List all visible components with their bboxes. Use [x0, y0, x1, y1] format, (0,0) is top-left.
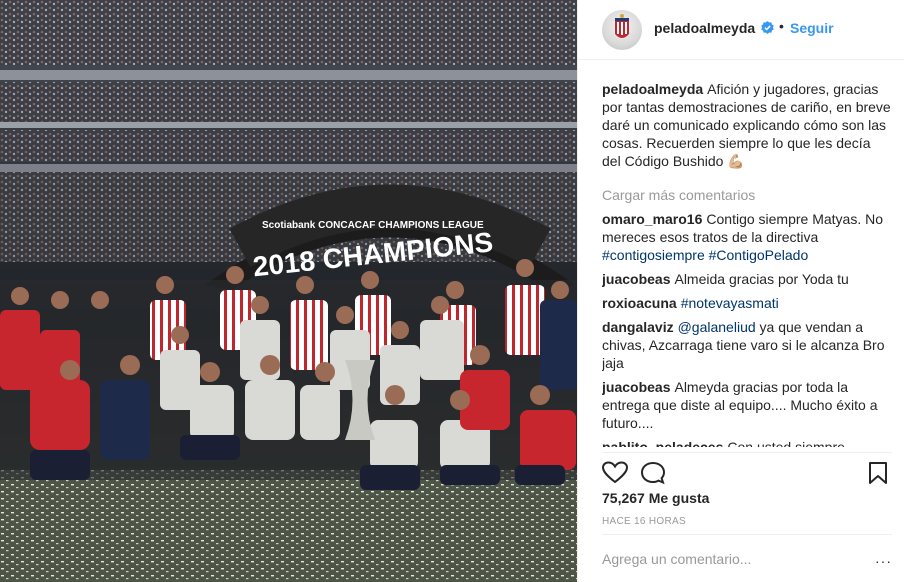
post-photo[interactable]: Scotiabank CONCACAF CHAMPIONS LEAGUE 201… — [0, 0, 577, 582]
avatar[interactable] — [602, 10, 642, 50]
list-item: omaro_maro16 Contigo siempre Matyas. No m… — [602, 210, 892, 264]
header-separator: • — [779, 18, 784, 34]
likes-count[interactable]: 75,267 Me gusta — [602, 490, 709, 506]
add-comment-bar: ··· — [602, 534, 892, 582]
chivas-crest-icon — [615, 14, 629, 38]
caption-username[interactable]: peladoalmeyda — [602, 81, 703, 97]
verified-badge-icon — [761, 21, 774, 34]
load-more-comments-button[interactable]: Cargar más comentarios — [602, 186, 892, 204]
comment-username[interactable]: juacobeas — [602, 379, 670, 395]
post-actions-bar — [602, 452, 892, 488]
username[interactable]: peladoalmeyda — [654, 20, 755, 36]
team-group — [0, 259, 577, 490]
hashtag-link[interactable]: #contigosiempre — [602, 247, 705, 263]
caption: peladoalmeyda Afición y jugadores, gracia… — [602, 80, 892, 170]
list-item: juacobeas Almeida gracias por Yoda tu — [602, 270, 892, 288]
comment-bubble-icon[interactable] — [640, 461, 666, 485]
comment-username[interactable]: dangalaviz — [602, 319, 674, 335]
comment-input[interactable] — [602, 535, 852, 582]
banner-brand-text: Scotiabank CONCACAF CHAMPIONS LEAGUE — [262, 220, 484, 231]
comment-username[interactable]: juacobeas — [602, 271, 670, 287]
list-item: pablito_peladeces Con usted siempre — [602, 438, 892, 447]
post-header: peladoalmeyda • Seguir — [578, 0, 904, 60]
heart-icon[interactable] — [602, 461, 628, 485]
comment-text: Almeida gracias por Yoda tu — [674, 271, 849, 287]
comment-username[interactable]: roxioacuna — [602, 295, 677, 311]
post-side-panel: peladoalmeyda • Seguir peladoalmeyda Afic… — [577, 0, 904, 582]
list-item: roxioacuna #notevayasmati — [602, 294, 892, 312]
comment-username[interactable]: omaro_maro16 — [602, 211, 702, 227]
follow-button[interactable]: Seguir — [790, 20, 834, 36]
comment-text: Con usted siempre — [727, 439, 845, 447]
hashtag-link[interactable]: #ContigoPelado — [709, 247, 809, 263]
post-timestamp: HACE 16 HORAS — [602, 516, 686, 527]
list-item: dangalaviz @galaneliud ya que vendan a ch… — [602, 318, 892, 372]
hashtag-link[interactable]: #notevayasmati — [681, 295, 779, 311]
mention-link[interactable]: @galaneliud — [678, 319, 756, 335]
comments-list: peladoalmeyda Afición y jugadores, gracia… — [602, 80, 892, 447]
list-item: juacobeas Almeyda gracias por toda la ent… — [602, 378, 892, 432]
bookmark-icon[interactable] — [867, 461, 889, 485]
more-options-button[interactable]: ··· — [875, 553, 892, 569]
comment-username[interactable]: pablito_peladeces — [602, 439, 723, 447]
team-celebration-image: Scotiabank CONCACAF CHAMPIONS LEAGUE 201… — [0, 0, 577, 582]
